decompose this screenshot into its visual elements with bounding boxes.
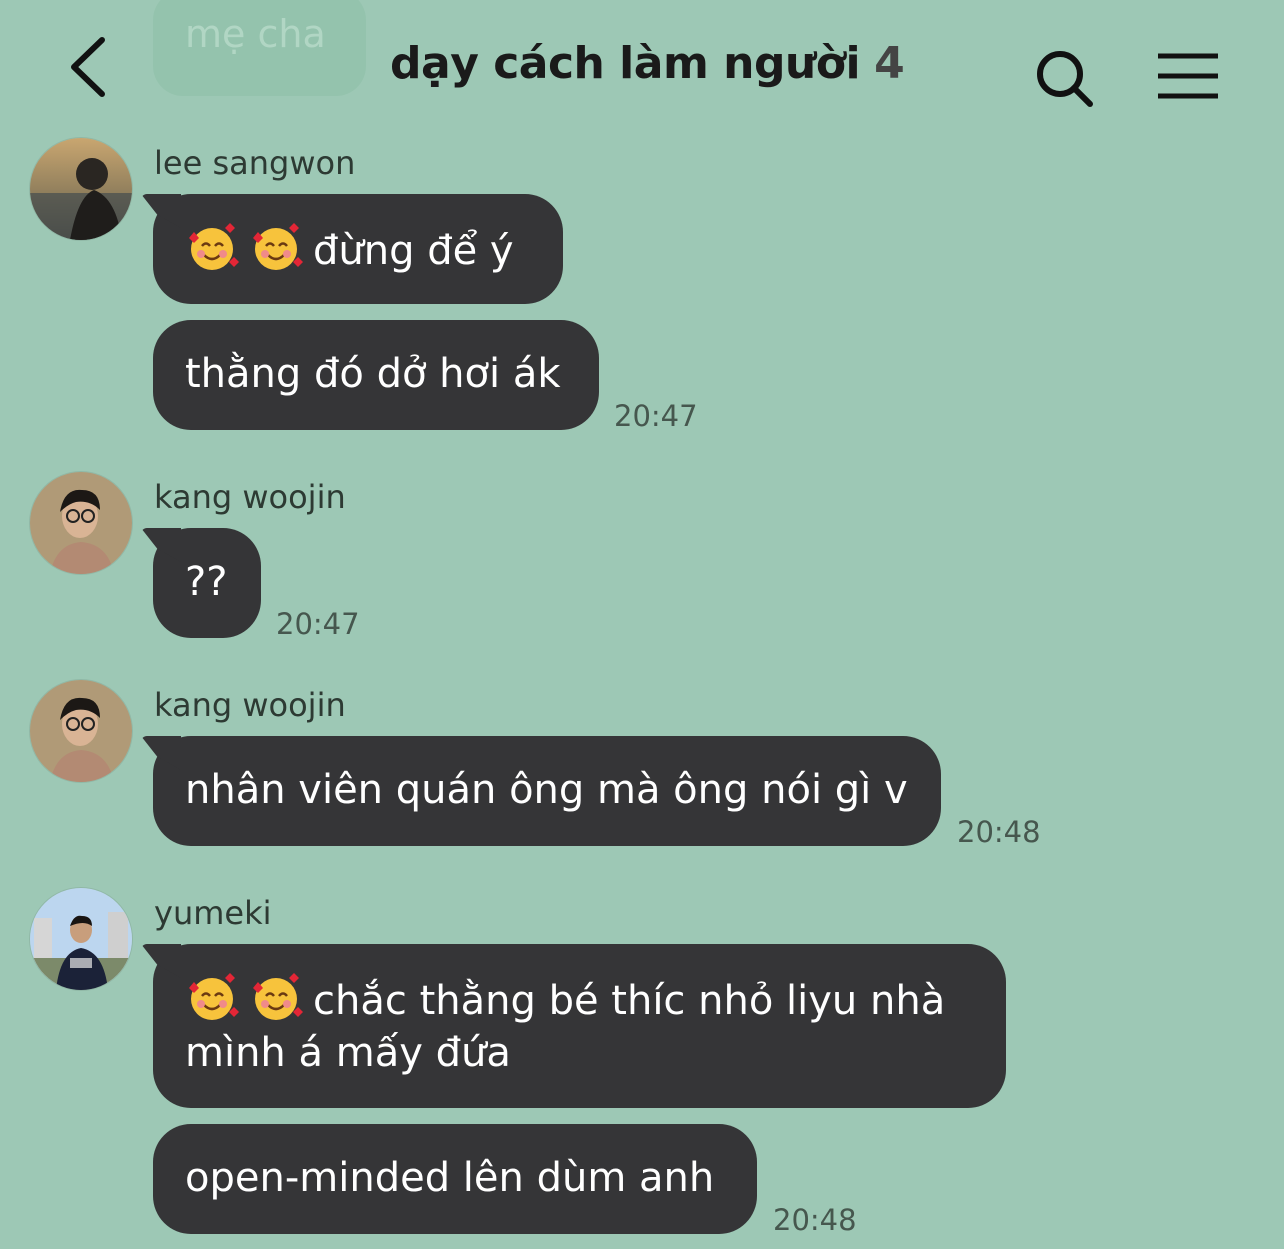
member-count: 4 bbox=[874, 38, 905, 89]
message-text: thằng đó dở hơi ák bbox=[185, 351, 561, 397]
smiling-face-with-hearts-icon bbox=[185, 222, 239, 272]
chat-title-text: dạy cách làm người bbox=[390, 38, 861, 89]
message-text: đừng để ý bbox=[313, 228, 514, 274]
message-bubble[interactable]: nhân viên quán ông mà ông nói gì v bbox=[153, 736, 941, 846]
avatar-kang-woojin[interactable] bbox=[30, 472, 132, 574]
sender-name: yumeki bbox=[154, 894, 272, 932]
avatar-kang-woojin[interactable] bbox=[30, 680, 132, 782]
sender-name: kang woojin bbox=[154, 686, 346, 724]
message-text: chắc thằng bé thíc nhỏ liyu nhà bbox=[313, 978, 946, 1024]
smiling-face-with-hearts-icon bbox=[185, 972, 239, 1022]
chat-header: mẹ cha dạy cách làm người 4 bbox=[0, 0, 1284, 130]
hamburger-menu-icon[interactable] bbox=[1156, 52, 1220, 100]
faded-previous-bubble: mẹ cha bbox=[153, 0, 366, 96]
message-timestamp: 20:48 bbox=[957, 815, 1041, 849]
sender-name: lee sangwon bbox=[154, 144, 356, 182]
message-text: nhân viên quán ông mà ông nói gì v bbox=[185, 767, 908, 813]
chevron-left-icon[interactable] bbox=[62, 34, 112, 100]
faded-bubble-text: mẹ cha bbox=[185, 12, 326, 56]
message-bubble[interactable]: thằng đó dở hơi ák bbox=[153, 320, 599, 430]
message-text: open-minded lên dùm anh bbox=[185, 1155, 715, 1201]
message-bubble[interactable]: open-minded lên dùm anh bbox=[153, 1124, 757, 1234]
message-timestamp: 20:47 bbox=[276, 607, 360, 641]
message-bubble[interactable]: đừng để ý bbox=[153, 194, 563, 304]
message-bubble[interactable]: ?? bbox=[153, 528, 261, 638]
smiling-face-with-hearts-icon bbox=[249, 222, 303, 272]
message-text-line2: mình á mấy đứa bbox=[185, 1030, 511, 1076]
search-icon[interactable] bbox=[1034, 48, 1096, 110]
message-text: ?? bbox=[185, 559, 228, 605]
message-bubble[interactable]: chắc thằng bé thíc nhỏ liyu nhà mình á m… bbox=[153, 944, 1006, 1108]
message-timestamp: 20:47 bbox=[614, 399, 698, 433]
avatar-lee-sangwon[interactable] bbox=[30, 138, 132, 240]
sender-name: kang woojin bbox=[154, 478, 346, 516]
avatar-yumeki[interactable] bbox=[30, 888, 132, 990]
chat-title[interactable]: dạy cách làm người 4 bbox=[390, 38, 905, 89]
smiling-face-with-hearts-icon bbox=[249, 972, 303, 1022]
message-timestamp: 20:48 bbox=[773, 1203, 857, 1237]
